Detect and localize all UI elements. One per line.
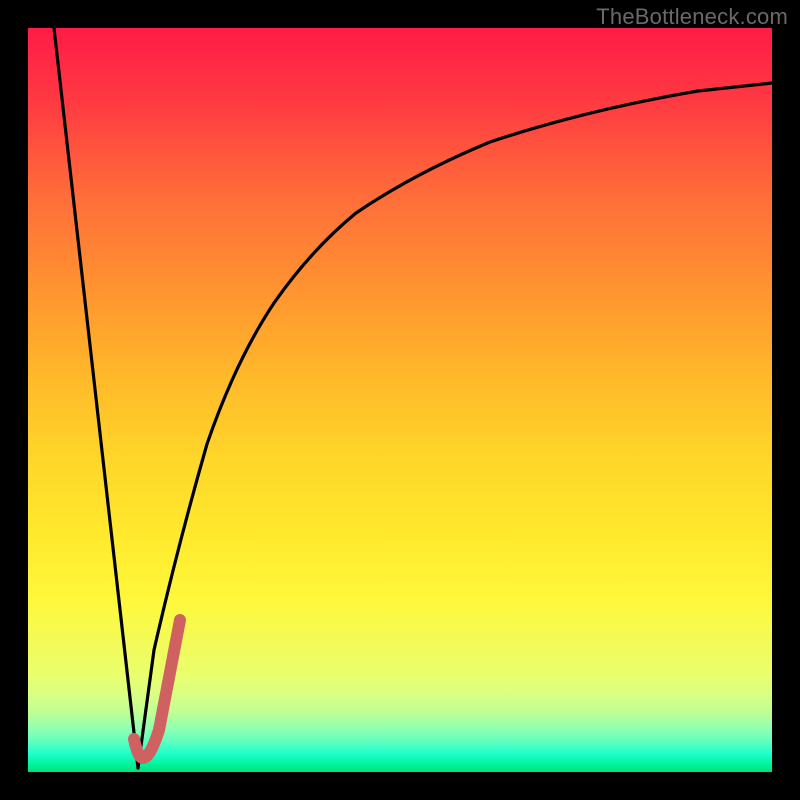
left-branch-line xyxy=(54,28,138,768)
chart-frame: TheBottleneck.com xyxy=(0,0,800,800)
curve-layer xyxy=(28,28,772,772)
attribution-text: TheBottleneck.com xyxy=(596,4,788,30)
right-branch-line xyxy=(138,83,772,768)
plot-area xyxy=(28,28,772,772)
